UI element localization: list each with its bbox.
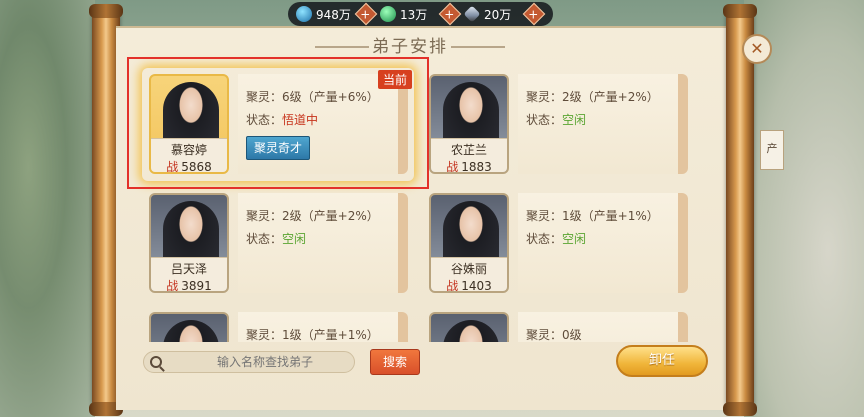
sword-icon [463,5,481,23]
resource-spirit-value: 948万 [316,7,351,22]
power-prefix: 战 [166,279,179,293]
add-jade-button[interactable]: + [438,2,462,26]
background-left [0,0,95,417]
disciple-namebox: 吕天泽 战 3891 [151,257,227,291]
ability-line: 聚灵：0级 [526,326,582,342]
ability-label: 聚灵： [246,328,283,342]
power-value: 1403 [461,279,492,293]
status-label: 状态： [246,232,283,246]
add-sword-button[interactable]: + [522,2,546,26]
spirit-stone-icon [296,6,312,22]
ability-label: 聚灵： [526,209,563,223]
title-ornament-left [315,46,369,48]
disciple-figure [163,320,219,342]
rod-cap [723,402,757,416]
disciple-name: 吕天泽 [170,262,207,276]
disciple-info: 聚灵：2级（产量+2%） 状态：空闲 [518,74,688,174]
power-prefix: 战 [446,160,459,174]
power-value: 1883 [461,160,492,174]
title-ornament-right [451,46,505,48]
resource-jade: 13万 [380,6,436,23]
disciple-name: 谷姝丽 [450,262,487,276]
disciple-namebox: 谷姝丽 战 1403 [431,257,507,291]
ability-value: 1级（产量+1%） [562,209,659,223]
disciple-card[interactable]: 农芷兰 战 1883 聚灵：2级（产量+2%） 状态：空闲 [422,68,694,181]
jade-icon [380,6,396,22]
resource-bar: 948万 + 13万 + 20万 + [288,2,553,26]
panel-title: 弟子安排 [372,37,448,57]
add-spirit-button[interactable]: + [354,2,378,26]
ability-line: 聚灵：1级（产量+1%） [526,207,659,224]
disciple-name: 农芷兰 [450,143,487,157]
status-value: 空闲 [562,113,587,127]
disciple-power: 战 3891 [151,277,227,293]
search-icon [150,356,162,368]
disciple-portrait [149,312,229,342]
selection-outline [127,57,429,189]
resource-spirit: 948万 [296,6,352,23]
status-line: 状态：空闲 [526,230,586,247]
side-tab[interactable]: 产 [760,130,784,170]
ability-value: 2级（产量+2%） [282,209,379,223]
disciple-power: 战 1883 [431,158,507,174]
disciple-portrait [429,312,509,342]
disciple-info: 聚灵：1级（产量+1%） [238,312,408,342]
disciple-info: 聚灵：2级（产量+2%） 状态：空闲 [238,193,408,293]
ability-label: 聚灵： [526,328,563,342]
disciple-figure [443,320,499,342]
status-line: 状态：空闲 [246,230,306,247]
power-prefix: 战 [446,279,459,293]
disciple-info: 聚灵：1级（产量+1%） 状态：空闲 [518,193,688,293]
ability-line: 聚灵：2级（产量+2%） [526,88,659,105]
dismiss-button[interactable]: 卸任 [616,345,708,377]
disciple-portrait: 农芷兰 战 1883 [429,74,509,174]
status-label: 状态： [526,232,563,246]
disciple-card[interactable]: 聚灵：1级（产量+1%） [142,306,414,342]
disciple-namebox: 农芷兰 战 1883 [431,138,507,172]
disciple-card[interactable]: 谷姝丽 战 1403 聚灵：1级（产量+1%） 状态：空闲 [422,187,694,300]
disciple-card[interactable]: 聚灵：0级 [422,306,694,342]
status-value: 空闲 [562,232,587,246]
ability-value: 1级（产量+1%） [282,328,379,342]
ability-line: 聚灵：2级（产量+2%） [246,207,379,224]
search-box[interactable] [143,351,355,373]
ability-value: 0级 [562,328,582,342]
card-row-clipped: 聚灵：1级（产量+1%） 聚灵：0级 [142,306,722,342]
rod-cap [723,4,757,18]
scroll-rod-right [723,4,757,416]
disciple-portrait: 谷姝丽 战 1403 [429,193,509,293]
power-value: 3891 [181,279,212,293]
ability-label: 聚灵： [526,90,563,104]
search-input[interactable] [175,355,354,369]
rod-cap [89,4,123,18]
ability-label: 聚灵： [246,209,283,223]
search-button[interactable]: 搜索 [370,349,420,375]
disciple-power: 战 1403 [431,277,507,293]
disciple-portrait: 吕天泽 战 3891 [149,193,229,293]
status-label: 状态： [526,113,563,127]
ability-value: 2级（产量+2%） [562,90,659,104]
close-button[interactable]: ✕ [742,34,772,64]
status-line: 状态：空闲 [526,111,586,128]
status-value: 空闲 [282,232,307,246]
resource-jade-value: 13万 [400,7,428,22]
resource-sword: 20万 [463,5,520,23]
disciple-card[interactable]: 吕天泽 战 3891 聚灵：2级（产量+2%） 状态：空闲 [142,187,414,300]
resource-sword-value: 20万 [484,7,512,22]
disciple-info: 聚灵：0级 [518,312,688,342]
ability-line: 聚灵：1级（产量+1%） [246,326,379,342]
close-icon: ✕ [750,39,764,58]
